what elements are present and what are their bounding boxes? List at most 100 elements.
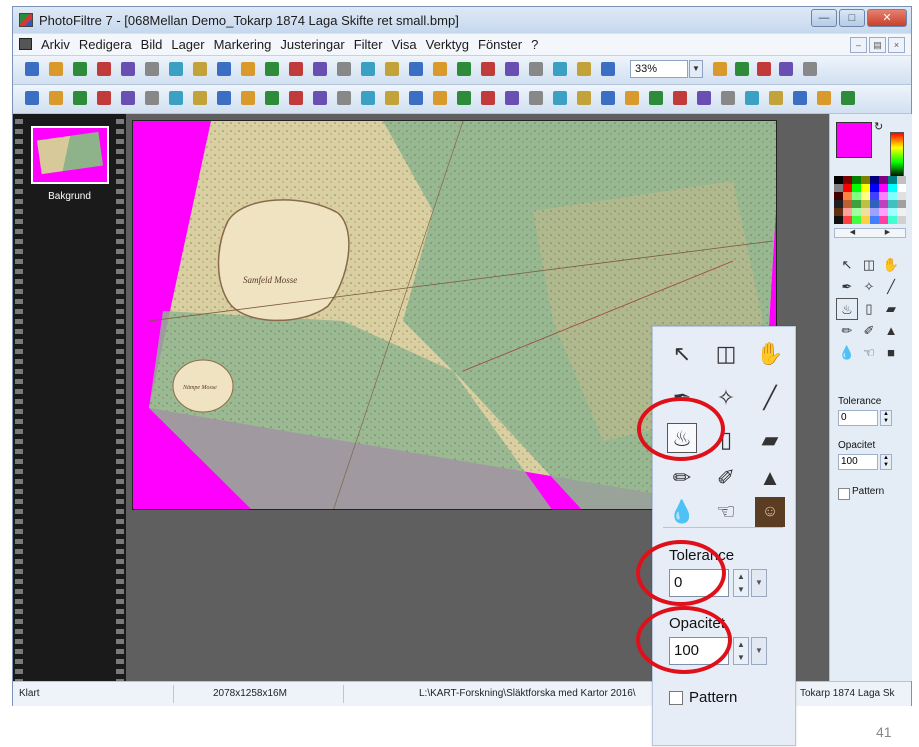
toolbar-button[interactable]: [553, 91, 567, 105]
eyedropper-icon[interactable]: ✒: [836, 276, 858, 298]
magic-wand-icon[interactable]: ✧: [711, 383, 741, 413]
blur-drop-icon[interactable]: 💧: [667, 497, 697, 527]
menu-redigera[interactable]: Redigera: [79, 37, 132, 52]
zoom-select[interactable]: 33%: [630, 60, 688, 78]
toolbar-button[interactable]: [505, 62, 519, 76]
fill-bucket-icon[interactable]: ♨: [667, 423, 697, 453]
opacity-spinner[interactable]: ▲ ▼: [733, 637, 749, 665]
toolbar-button[interactable]: [121, 91, 135, 105]
toolbar-button[interactable]: [385, 62, 399, 76]
palette-swatch[interactable]: [897, 176, 906, 184]
eyedropper-icon[interactable]: ✒: [667, 383, 697, 413]
palette-swatch[interactable]: [888, 184, 897, 192]
palette-swatch[interactable]: [843, 176, 852, 184]
toolbar-button[interactable]: [529, 91, 543, 105]
hand-icon[interactable]: ✋: [880, 254, 902, 276]
toolbar-button[interactable]: [289, 91, 303, 105]
toolbar-button[interactable]: [721, 91, 735, 105]
document-icon[interactable]: [19, 38, 32, 50]
palette-swatch[interactable]: [852, 184, 861, 192]
toolbar-button[interactable]: [121, 62, 135, 76]
select-arrow-icon[interactable]: ↖: [836, 254, 858, 276]
toolbar-button[interactable]: [649, 91, 663, 105]
toolbar-button[interactable]: [803, 62, 817, 76]
menu-verktyg[interactable]: Verktyg: [426, 37, 469, 52]
doc-minimize-button[interactable]: –: [850, 37, 867, 53]
opacity-spinner-small[interactable]: ▲ ▼: [880, 454, 892, 470]
palette-swatch[interactable]: [834, 184, 843, 192]
toolbar-button[interactable]: [217, 91, 231, 105]
tolerance-field-small[interactable]: 0: [838, 410, 878, 426]
color-picker-icon[interactable]: ◫: [858, 254, 880, 276]
palette-swatch[interactable]: [861, 192, 870, 200]
advanced-brush-icon[interactable]: ✐: [858, 320, 880, 342]
palette-swatch[interactable]: [870, 184, 879, 192]
pattern-checkbox-small[interactable]: [838, 488, 850, 500]
toolbar-button[interactable]: [769, 91, 783, 105]
toolbar-button[interactable]: [779, 62, 793, 76]
toolbar-button[interactable]: [97, 91, 111, 105]
toolbar-button[interactable]: [553, 62, 567, 76]
pattern-checkbox[interactable]: [669, 691, 683, 705]
opacity-dropdown[interactable]: ▼: [751, 637, 767, 665]
toolbar-button[interactable]: [241, 62, 255, 76]
toolbar-button[interactable]: [337, 91, 351, 105]
magic-wand-icon[interactable]: ✧: [858, 276, 880, 298]
toolbar-button[interactable]: [481, 91, 495, 105]
palette-swatch[interactable]: [852, 216, 861, 224]
palette-swatch[interactable]: [861, 184, 870, 192]
brush-icon[interactable]: ✏: [667, 463, 697, 493]
palette-swatch[interactable]: [861, 216, 870, 224]
color-palette[interactable]: [834, 176, 906, 224]
palette-swatch[interactable]: [861, 200, 870, 208]
palette-swatch[interactable]: [870, 192, 879, 200]
toolbar-button[interactable]: [49, 91, 63, 105]
toolbar-button[interactable]: [793, 91, 807, 105]
layer-thumbnail[interactable]: [31, 126, 109, 184]
palette-swatch[interactable]: [843, 216, 852, 224]
clone-stamp-icon[interactable]: ▲: [880, 320, 902, 342]
palette-swatch[interactable]: [870, 176, 879, 184]
palette-swatch[interactable]: [870, 200, 879, 208]
palette-prev-icon[interactable]: ◀: [850, 229, 855, 237]
menu-markering[interactable]: Markering: [214, 37, 272, 52]
spray-icon[interactable]: ▯: [711, 425, 741, 455]
toolbar-button[interactable]: [577, 62, 591, 76]
palette-swatch[interactable]: [879, 208, 888, 216]
toolbar-button[interactable]: [145, 62, 159, 76]
toolbar-button[interactable]: [433, 91, 447, 105]
toolbar-button[interactable]: [97, 62, 111, 76]
toolbar-button[interactable]: [193, 91, 207, 105]
toolbar-button[interactable]: [457, 91, 471, 105]
palette-swatch[interactable]: [888, 176, 897, 184]
palette-swatch[interactable]: [897, 184, 906, 192]
palette-navigation[interactable]: ◀ ▶: [834, 228, 906, 238]
palette-swatch[interactable]: [888, 192, 897, 200]
palette-swatch[interactable]: [843, 184, 852, 192]
swap-colors-icon[interactable]: ↻: [874, 120, 883, 133]
minimize-button[interactable]: —: [811, 9, 837, 27]
eraser-icon[interactable]: ▰: [755, 425, 785, 455]
palette-swatch[interactable]: [879, 176, 888, 184]
palette-next-icon[interactable]: ▶: [885, 229, 890, 237]
toolbar-button[interactable]: [457, 62, 471, 76]
foreground-color-swatch[interactable]: [836, 122, 872, 158]
menu-filter[interactable]: Filter: [354, 37, 383, 52]
menu-justeringar[interactable]: Justeringar: [280, 37, 344, 52]
spray-icon[interactable]: ▯: [858, 298, 880, 320]
menu-lager[interactable]: Lager: [171, 37, 204, 52]
close-button[interactable]: ✕: [867, 9, 907, 27]
toolbar-button[interactable]: [757, 62, 771, 76]
fill-bucket-icon[interactable]: ♨: [836, 298, 858, 320]
advanced-brush-icon[interactable]: ✐: [711, 463, 741, 493]
opacity-field-small[interactable]: 100: [838, 454, 878, 470]
palette-swatch[interactable]: [852, 176, 861, 184]
palette-swatch[interactable]: [861, 208, 870, 216]
hand-icon[interactable]: ✋: [755, 339, 785, 369]
color-gradient-picker[interactable]: [890, 132, 904, 178]
toolbar-button[interactable]: [433, 62, 447, 76]
palette-swatch[interactable]: [879, 184, 888, 192]
toolbar-button[interactable]: [505, 91, 519, 105]
toolbar-button[interactable]: [289, 62, 303, 76]
toolbar-button[interactable]: [625, 91, 639, 105]
